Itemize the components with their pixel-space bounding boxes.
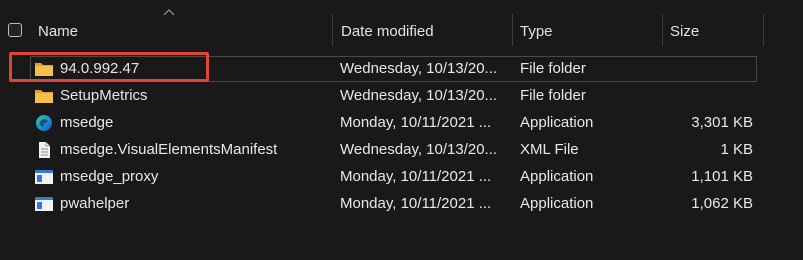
column-divider[interactable]	[332, 14, 333, 46]
file-date-modified: Wednesday, 10/13/20...	[340, 141, 498, 158]
file-size: 1 KB	[720, 141, 753, 158]
folder-icon	[35, 90, 53, 103]
column-divider[interactable]	[662, 14, 663, 46]
edge-icon	[36, 115, 52, 131]
column-divider[interactable]	[763, 14, 764, 46]
file-size: 1,101 KB	[691, 168, 753, 185]
file-row[interactable]: pwahelper Monday, 10/11/2021 ... Applica…	[0, 191, 803, 218]
file-name: msedge_proxy	[60, 168, 159, 185]
file-size: 1,062 KB	[691, 195, 753, 212]
column-divider[interactable]	[512, 14, 513, 46]
column-header-size[interactable]: Size	[670, 22, 699, 42]
sort-ascending-icon	[163, 9, 175, 16]
file-explorer-list: Name Date modified Type Size 94.0.992.47…	[0, 0, 803, 260]
file-row[interactable]: msedge.VisualElementsManifest Wednesday,…	[0, 137, 803, 164]
file-name: SetupMetrics	[60, 87, 148, 104]
file-type: XML File	[520, 141, 579, 158]
column-header-date-modified[interactable]: Date modified	[341, 22, 434, 42]
file-size	[660, 86, 753, 106]
file-date-modified: Wednesday, 10/13/20...	[340, 60, 498, 77]
select-all-checkbox[interactable]	[8, 23, 22, 37]
file-size	[660, 59, 753, 79]
file-name: msedge	[60, 114, 114, 131]
file-type: Application	[520, 114, 594, 131]
file-date-modified: Wednesday, 10/13/20...	[340, 87, 498, 104]
highlight-annotation-box	[9, 52, 209, 82]
column-header-type[interactable]: Type	[520, 22, 553, 42]
file-type: File folder	[520, 60, 586, 77]
column-header-row: Name Date modified Type Size	[0, 0, 803, 46]
app-window-icon	[35, 197, 53, 211]
app-window-icon	[35, 170, 53, 184]
file-type: Application	[520, 168, 594, 185]
file-size: 3,301 KB	[691, 114, 753, 131]
file-type: File folder	[520, 87, 586, 104]
file-type: Application	[520, 195, 594, 212]
file-date-modified: Monday, 10/11/2021 ...	[340, 168, 492, 185]
document-icon	[39, 142, 50, 158]
file-name: pwahelper	[60, 195, 130, 212]
file-name: msedge.VisualElementsManifest	[60, 141, 278, 158]
file-date-modified: Monday, 10/11/2021 ...	[340, 114, 492, 131]
column-header-name[interactable]: Name	[38, 22, 78, 42]
file-row[interactable]: SetupMetrics Wednesday, 10/13/20... File…	[0, 83, 803, 110]
file-row[interactable]: msedge Monday, 10/11/2021 ... Applicatio…	[0, 110, 803, 137]
file-row[interactable]: msedge_proxy Monday, 10/11/2021 ... Appl…	[0, 164, 803, 191]
file-date-modified: Monday, 10/11/2021 ...	[340, 195, 492, 212]
